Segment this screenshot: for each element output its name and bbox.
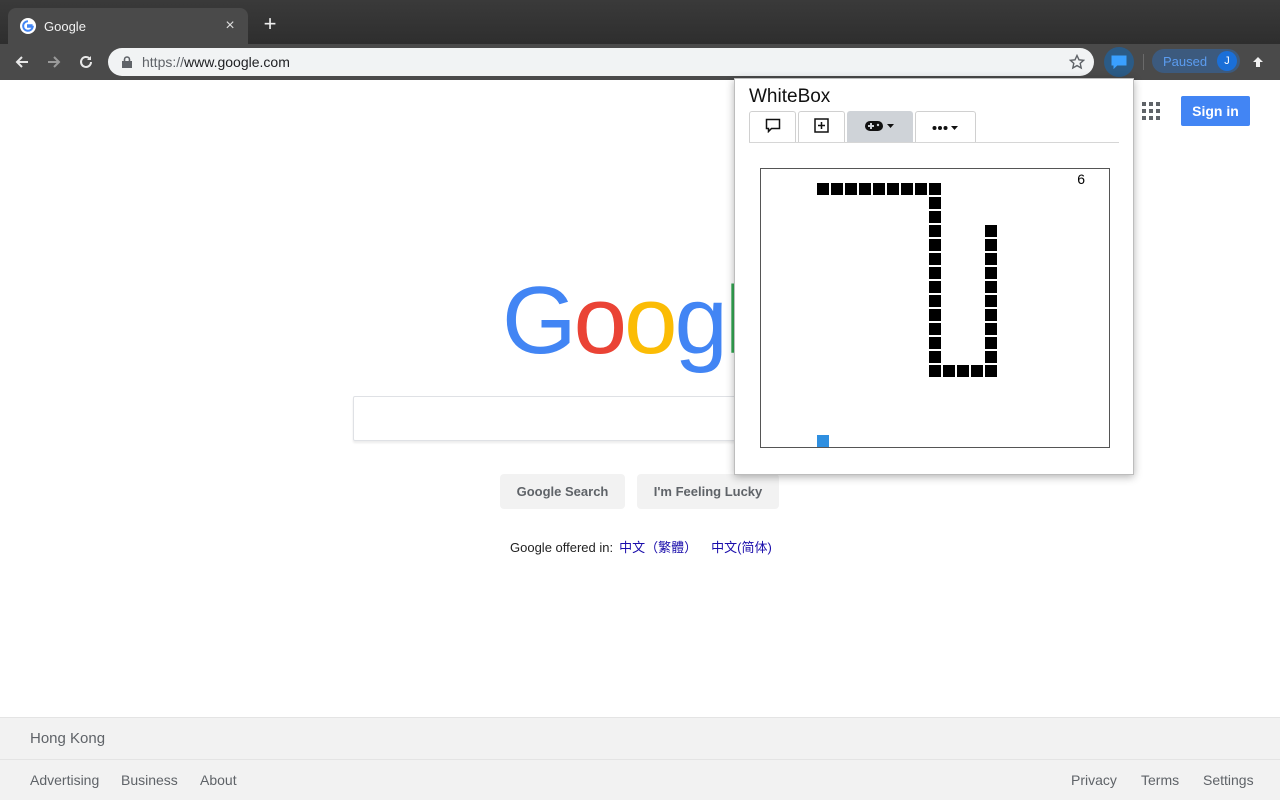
footer-link-privacy[interactable]: Privacy	[1071, 772, 1117, 788]
snake-segment	[929, 197, 941, 209]
snake-segment	[985, 337, 997, 349]
snake-segment	[985, 351, 997, 363]
snake-segment	[901, 183, 913, 195]
snake-segment	[929, 183, 941, 195]
snake-game-board[interactable]: 6	[760, 168, 1110, 448]
snake-segment	[929, 295, 941, 307]
profile-status: Paused	[1163, 53, 1208, 69]
footer-region: Hong Kong	[30, 730, 106, 747]
snake-segment	[929, 253, 941, 265]
snake-segment	[929, 309, 941, 321]
snake-segment	[985, 295, 997, 307]
address-bar[interactable]: https://www.google.com	[108, 48, 1094, 76]
avatar: J	[1217, 51, 1237, 71]
browser-toolbar: https://www.google.com	[0, 44, 1280, 80]
footer-links-bar: Advertising Business About Privacy Terms…	[0, 759, 1280, 800]
snake-segment	[817, 183, 829, 195]
tab-strip: Google × +	[0, 0, 1280, 44]
logo-letter: g	[674, 267, 727, 374]
offered-label: Google offered in:	[510, 540, 614, 555]
footer-link-settings[interactable]: Settings	[1203, 772, 1254, 788]
snake-segment	[985, 225, 997, 237]
add-box-icon	[814, 117, 829, 138]
snake-segment	[845, 183, 857, 195]
google-favicon-icon	[20, 18, 36, 34]
tab-game[interactable]	[847, 111, 913, 143]
snake-segment	[929, 351, 941, 363]
tab-close-icon[interactable]: ×	[222, 18, 238, 34]
feeling-lucky-button[interactable]: I'm Feeling Lucky	[637, 474, 779, 509]
logo-letter: G	[502, 267, 577, 374]
logo-letter: o	[573, 267, 627, 374]
back-icon[interactable]	[10, 50, 34, 74]
snake-segment	[985, 309, 997, 321]
gamepad-icon	[865, 119, 895, 137]
lang-traditional-link[interactable]: 中文（繁體）	[619, 540, 697, 555]
snake-segment	[873, 183, 885, 195]
bookmark-star-icon[interactable]	[1068, 53, 1086, 71]
snake-segment	[929, 211, 941, 223]
snake-segment	[929, 365, 941, 377]
snake-segment	[985, 267, 997, 279]
footer-link-business[interactable]: Business	[121, 772, 178, 788]
snake-segment	[929, 281, 941, 293]
profile-paused-button[interactable]: Paused J	[1152, 49, 1240, 73]
tab-divider	[749, 142, 1119, 143]
more-icon	[932, 119, 960, 137]
browser-tab[interactable]: Google ×	[8, 8, 248, 44]
tab-title: Google	[44, 18, 86, 34]
tab-add[interactable]	[798, 111, 845, 143]
snake-segment	[929, 267, 941, 279]
footer-link-about[interactable]: About	[200, 772, 237, 788]
snake-segment	[985, 253, 997, 265]
forward-icon[interactable]	[42, 50, 66, 74]
snake-segment	[929, 337, 941, 349]
snake-segment	[985, 365, 997, 377]
snake-segment	[859, 183, 871, 195]
whitebox-popup: WhiteBox 6	[734, 78, 1134, 475]
tab-more[interactable]	[915, 111, 976, 143]
logo-letter: o	[624, 267, 677, 374]
tab-comment[interactable]	[749, 111, 796, 143]
reload-icon[interactable]	[74, 50, 98, 74]
snake-segment	[929, 323, 941, 335]
lock-icon	[120, 55, 134, 69]
snake-segment	[887, 183, 899, 195]
toolbar-separator	[1143, 54, 1144, 70]
google-search-button[interactable]: Google Search	[500, 474, 625, 509]
snake-segment	[985, 281, 997, 293]
lang-simplified-link[interactable]: 中文(简体)	[711, 540, 772, 555]
snake-segment	[915, 183, 927, 195]
snake-segment	[985, 239, 997, 251]
new-tab-button[interactable]: +	[258, 13, 282, 37]
update-arrow-icon[interactable]	[1248, 52, 1268, 72]
comment-icon	[765, 118, 781, 138]
url-text: https://www.google.com	[142, 54, 290, 70]
popup-tabs	[749, 111, 978, 143]
whitebox-extension-button[interactable]	[1104, 47, 1134, 77]
snake-segment	[929, 225, 941, 237]
apps-grid-icon[interactable]	[1142, 102, 1160, 120]
popup-title: WhiteBox	[749, 86, 831, 107]
snake-food	[817, 435, 829, 447]
snake-segment	[985, 323, 997, 335]
snake-segment	[957, 365, 969, 377]
footer-link-advertising[interactable]: Advertising	[30, 772, 99, 788]
language-offer: Google offered in: 中文（繁體） 中文(简体)	[510, 537, 772, 556]
snake-segment	[929, 239, 941, 251]
game-score: 6	[1077, 171, 1085, 187]
footer-link-terms[interactable]: Terms	[1141, 772, 1179, 788]
snake-segment	[831, 183, 843, 195]
footer-region-bar: Hong Kong	[0, 717, 1280, 759]
snake-segment	[943, 365, 955, 377]
sign-in-button[interactable]: Sign in	[1181, 96, 1250, 126]
snake-segment	[971, 365, 983, 377]
